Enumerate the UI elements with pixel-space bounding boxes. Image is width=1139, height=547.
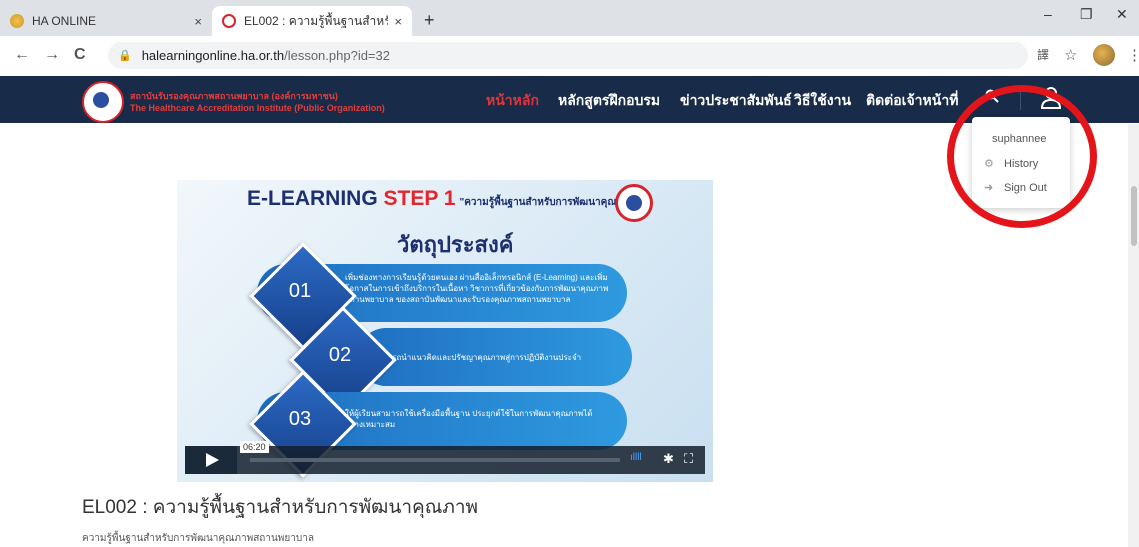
nav-news[interactable]: ข่าวประชาสัมพันธ์ [680, 90, 792, 112]
tab-el002[interactable]: EL002 : ความรู้พื้นฐานสำหรับการพัฒ × [212, 6, 412, 36]
play-icon[interactable] [185, 446, 237, 474]
forward-icon[interactable]: → [44, 46, 60, 64]
tab-ha-online[interactable]: HA ONLINE × [0, 6, 212, 36]
logo-emblem-icon [82, 81, 124, 123]
highlight-circle [947, 85, 1097, 228]
site-favicon-icon [222, 14, 236, 28]
objective-heading: วัตถุประสงค์ [397, 232, 514, 257]
nav-contact[interactable]: ติดต่อเจ้าหน้าที่ [866, 90, 958, 112]
site-logo[interactable]: สถาบันรับรองคุณภาพสถานพยาบาล (องค์การมหา… [82, 81, 385, 123]
ha-favicon-icon [10, 14, 24, 28]
star-icon[interactable]: ☆ [1064, 46, 1077, 64]
slide-title-step: STEP 1 [377, 187, 456, 210]
settings-icon[interactable]: ✱ [663, 451, 674, 467]
lesson-video[interactable]: E-LEARNING STEP 1 "ความรู้พื้นฐานสำหรับกา… [177, 180, 713, 482]
url-host: halearningonline.ha.or.th [141, 48, 285, 63]
slide-subtitle: "ความรู้พื้นฐานสำหรับการพัฒนาคุณภาพ" [459, 197, 641, 208]
new-tab-button[interactable]: + [424, 10, 435, 31]
objective-text-3: ให้ผู้เรียนสามารถใช้เครื่องมือพื้นฐาน ปร… [345, 409, 593, 429]
url-path: /lesson.php?id=32 [284, 48, 390, 63]
volume-icon[interactable]: ıllll [630, 452, 642, 463]
close-window-icon[interactable]: ✕ [1116, 6, 1128, 23]
tab-close-icon[interactable]: × [394, 14, 402, 29]
logo-line-thai: สถาบันรับรองคุณภาพสถานพยาบาล (องค์การมหา… [130, 91, 338, 101]
browser-tab-bar: HA ONLINE × EL002 : ความรู้พื้นฐานสำหรับ… [0, 0, 1139, 36]
nav-home[interactable]: หน้าหลัก [486, 90, 539, 112]
translate-icon[interactable]: 譯 [1037, 46, 1049, 63]
minimize-icon[interactable]: – [1044, 6, 1052, 22]
url-bar[interactable]: 🔒 halearningonline.ha.or.th/lesson.php?i… [108, 42, 1028, 69]
slide-logo-icon [615, 184, 653, 222]
lock-icon: 🔒 [118, 50, 132, 62]
nav-courses[interactable]: หลักสูตรฝึกอบรม [558, 90, 660, 112]
nav-howto[interactable]: วิธีใช้งาน [794, 90, 851, 112]
slide-title-prefix: E-LEARNING [247, 187, 378, 210]
maximize-icon[interactable]: ❐ [1080, 6, 1093, 23]
tab-close-icon[interactable]: × [194, 14, 202, 29]
slide-title: E-LEARNING STEP 1 "ความรู้พื้นฐานสำหรับกา… [247, 187, 640, 211]
objective-text-2: สามารถนำแนวคิดและปรัชญาคุณภาพสู่การปฏิบั… [373, 353, 582, 362]
address-bar-row: ← → C 🔒 halearningonline.ha.or.th/lesson… [0, 36, 1139, 77]
video-progress-bar[interactable] [250, 458, 620, 462]
objective-band-2: สามารถนำแนวคิดและปรัชญาคุณภาพสู่การปฏิบั… [357, 328, 632, 386]
reload-icon[interactable]: C [74, 46, 86, 64]
tab-title: EL002 : ความรู้พื้นฐานสำหรับการพัฒ [244, 13, 389, 28]
lesson-title: EL002 : ความรู้พื้นฐานสำหรับการพัฒนาคุณภ… [82, 497, 479, 518]
back-icon[interactable]: ← [14, 46, 30, 64]
objective-number-2: 02 [328, 344, 352, 366]
video-time: 06:20 [240, 441, 269, 453]
tab-title: HA ONLINE [32, 14, 97, 28]
logo-line-english: The Healthcare Accreditation Institute (… [130, 103, 385, 113]
objective-number-3: 03 [288, 408, 312, 430]
fullscreen-icon[interactable]: ⛶ [684, 451, 693, 467]
objective-number-1: 01 [288, 280, 312, 302]
scrollbar-thumb[interactable] [1131, 186, 1137, 246]
objective-text-1: เพิ่มช่องทางการเรียนรู้ด้วยตนเอง ผ่านสื่… [345, 273, 609, 304]
profile-avatar[interactable] [1093, 44, 1115, 66]
lesson-description: ความรู้พื้นฐานสำหรับการพัฒนาคุณภาพสถานพย… [82, 533, 314, 544]
more-icon[interactable]: ⋮ [1127, 46, 1139, 64]
